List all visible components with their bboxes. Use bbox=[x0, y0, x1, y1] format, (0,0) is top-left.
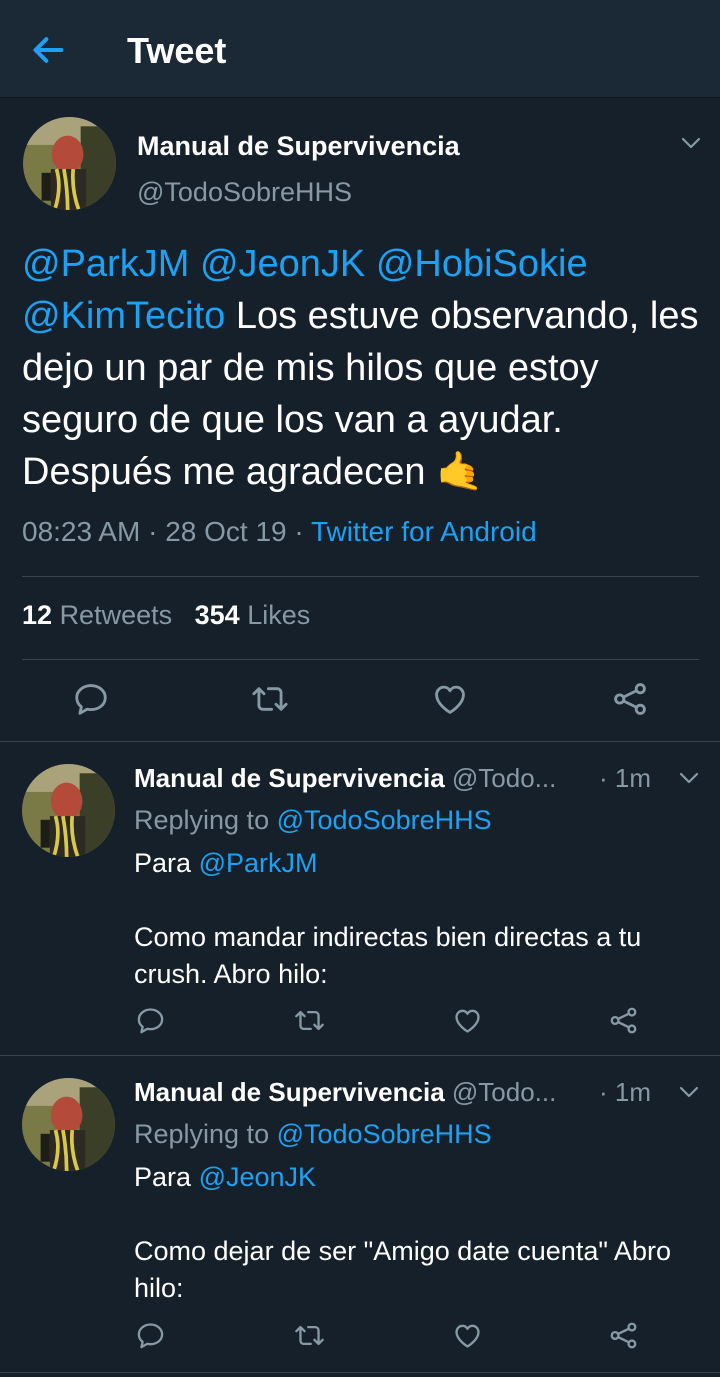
mention-link[interactable]: @ParkJM bbox=[199, 848, 318, 878]
tweet-meta: 08:23 AM · 28 Oct 19 · Twitter for Andro… bbox=[22, 516, 537, 547]
avatar[interactable] bbox=[22, 1078, 115, 1171]
like-icon[interactable] bbox=[431, 680, 469, 718]
chevron-down-icon[interactable] bbox=[679, 131, 703, 155]
reply-icon[interactable] bbox=[135, 1320, 166, 1351]
reply-author-handle[interactable]: @Todo... bbox=[452, 763, 556, 793]
retweet-icon[interactable] bbox=[294, 1005, 325, 1036]
tweet-time: 08:23 AM bbox=[22, 516, 141, 547]
like-icon[interactable] bbox=[452, 1005, 483, 1036]
tweet-date: 28 Oct 19 bbox=[165, 516, 287, 547]
engagement-stats: 12 Retweets 354 Likes bbox=[22, 600, 310, 631]
call-me-hand-emoji: 🤙 bbox=[436, 451, 484, 493]
reply-icon[interactable] bbox=[72, 680, 110, 718]
page-title: Tweet bbox=[127, 30, 227, 71]
top-app-bar: Tweet bbox=[0, 0, 720, 98]
reply-prefix: Para bbox=[134, 848, 192, 878]
likes-count[interactable]: 354 bbox=[195, 600, 240, 630]
share-icon[interactable] bbox=[611, 680, 649, 718]
reply-author-name[interactable]: Manual de Supervivencia bbox=[134, 763, 445, 793]
chevron-down-icon[interactable] bbox=[677, 1080, 701, 1104]
author-handle[interactable]: @TodoSobreHHS bbox=[137, 177, 352, 208]
replying-to-link[interactable]: @TodoSobreHHS bbox=[277, 805, 492, 835]
retweet-icon[interactable] bbox=[294, 1320, 325, 1351]
mention-link[interactable]: @JeonJK bbox=[199, 1162, 316, 1192]
divider bbox=[0, 741, 720, 742]
mention-link[interactable]: @JeonJK bbox=[200, 243, 365, 285]
author-name[interactable]: Manual de Supervivencia bbox=[137, 131, 460, 162]
mention-link[interactable]: @KimTecito bbox=[22, 295, 225, 337]
replying-to-link[interactable]: @TodoSobreHHS bbox=[277, 1119, 492, 1149]
reply-text: Para @JeonJK Como dejar de ser "Amigo da… bbox=[134, 1159, 704, 1307]
retweets-count[interactable]: 12 bbox=[22, 600, 52, 630]
replying-to-label: Replying to bbox=[134, 1119, 270, 1149]
share-icon[interactable] bbox=[608, 1005, 639, 1036]
reply-prefix: Para bbox=[134, 1162, 192, 1192]
share-icon[interactable] bbox=[608, 1320, 639, 1351]
reply-author-handle[interactable]: @Todo... bbox=[452, 1077, 556, 1107]
reply-body: Como dejar de ser "Amigo date cuenta" Ab… bbox=[134, 1236, 671, 1303]
like-icon[interactable] bbox=[452, 1320, 483, 1351]
tweet-source-link[interactable]: Twitter for Android bbox=[311, 516, 537, 547]
reply-header: Manual de Supervivencia @Todo... bbox=[134, 763, 556, 794]
back-arrow-icon[interactable] bbox=[28, 30, 68, 70]
reply-header: Manual de Supervivencia @Todo... bbox=[134, 1077, 556, 1108]
likes-label[interactable]: Likes bbox=[247, 600, 310, 630]
replying-to: Replying to @TodoSobreHHS bbox=[134, 805, 492, 836]
divider bbox=[22, 576, 699, 577]
divider bbox=[0, 1055, 720, 1056]
reply-time: · 1m bbox=[599, 1077, 651, 1107]
chevron-down-icon[interactable] bbox=[677, 766, 701, 790]
avatar[interactable] bbox=[23, 117, 116, 210]
mention-link[interactable]: @HobiSokie bbox=[376, 243, 588, 285]
mention-link[interactable]: @ParkJM bbox=[22, 243, 189, 285]
replying-to-label: Replying to bbox=[134, 805, 270, 835]
retweets-label[interactable]: Retweets bbox=[60, 600, 173, 630]
reply-author-name[interactable]: Manual de Supervivencia bbox=[134, 1077, 445, 1107]
replying-to: Replying to @TodoSobreHHS bbox=[134, 1119, 492, 1150]
avatar[interactable] bbox=[22, 764, 115, 857]
reply-time: · 1m bbox=[599, 763, 651, 793]
reply-icon[interactable] bbox=[135, 1005, 166, 1036]
reply-text: Para @ParkJM Como mandar indirectas bien… bbox=[134, 845, 704, 993]
divider bbox=[22, 659, 699, 660]
tweet-text: @ParkJM @JeonJK @HobiSokie @KimTecito Lo… bbox=[22, 238, 712, 498]
divider bbox=[0, 1372, 720, 1373]
reply-body: Como mandar indirectas bien directas a t… bbox=[134, 922, 642, 989]
retweet-icon[interactable] bbox=[251, 680, 289, 718]
